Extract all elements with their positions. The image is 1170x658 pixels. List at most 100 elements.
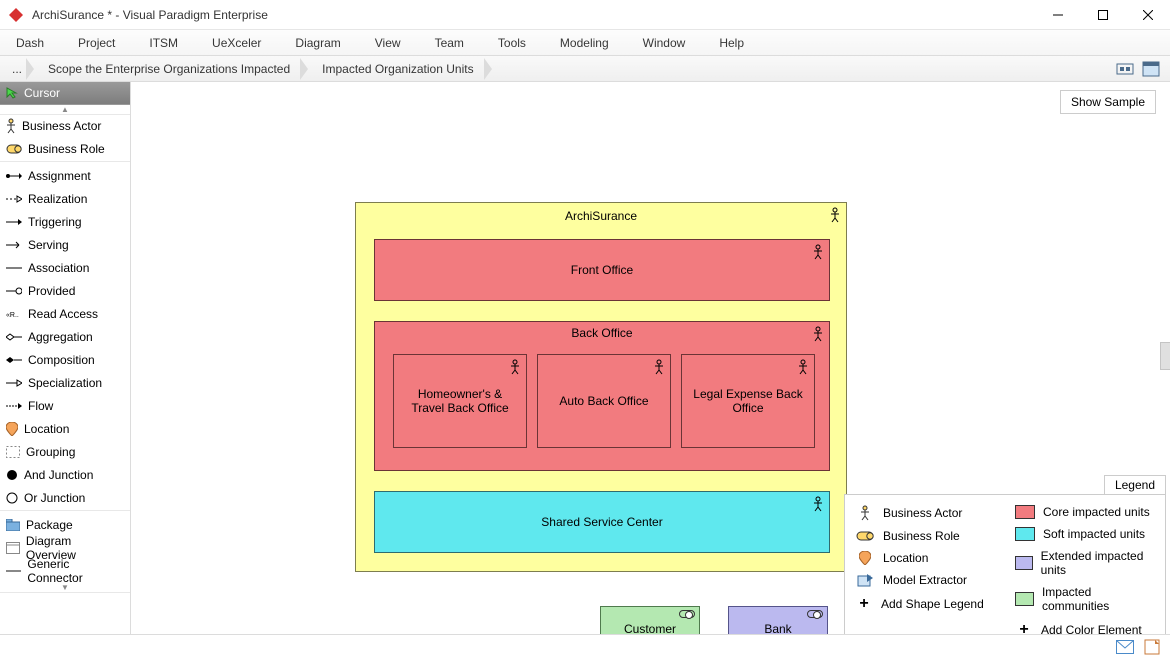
legend-business-actor[interactable]: Business Actor <box>845 501 1005 525</box>
legend-label: Extended impacted units <box>1041 549 1155 577</box>
menu-itsm[interactable]: ITSM <box>143 34 184 52</box>
palette-association[interactable]: Association <box>0 257 130 280</box>
palette-item-label: Aggregation <box>28 330 93 344</box>
shape-archisurance[interactable]: ArchiSurance Front Office Back Office Ho… <box>355 202 847 572</box>
palette-flow[interactable]: Flow <box>0 395 130 418</box>
color-swatch <box>1015 527 1035 541</box>
palette-item-label: Package <box>26 518 73 532</box>
menu-dash[interactable]: Dash <box>10 34 50 52</box>
palette-item-label: Or Junction <box>24 491 85 505</box>
menu-modeling[interactable]: Modeling <box>554 34 615 52</box>
palette-realization[interactable]: Realization <box>0 188 130 211</box>
legend-label: Business Actor <box>883 506 962 520</box>
palette-business-role[interactable]: Business Role <box>0 138 130 161</box>
palette-collapse-1[interactable]: ▲ <box>0 105 130 115</box>
legend-label: Core impacted units <box>1043 505 1150 519</box>
menu-window[interactable]: Window <box>637 34 692 52</box>
minimize-icon <box>1053 10 1063 20</box>
close-button[interactable] <box>1125 0 1170 30</box>
titlebar: ArchiSurance * - Visual Paradigm Enterpr… <box>0 0 1170 30</box>
palette-assignment[interactable]: Assignment <box>0 165 130 188</box>
palette-serving[interactable]: Serving <box>0 234 130 257</box>
shape-shared-service-center[interactable]: Shared Service Center <box>374 491 830 553</box>
palette-item-label: Specialization <box>28 376 102 390</box>
menu-view[interactable]: View <box>369 34 407 52</box>
panel-icon[interactable] <box>1142 60 1160 78</box>
legend[interactable]: Legend Business Actor Business Role Loca… <box>844 494 1166 648</box>
breadcrumb-root[interactable]: ... <box>4 58 34 80</box>
business-actor-icon <box>830 207 840 223</box>
shape-front-office[interactable]: Front Office <box>374 239 830 301</box>
menu-uexceler[interactable]: UeXceler <box>206 34 267 52</box>
palette-triggering[interactable]: Triggering <box>0 211 130 234</box>
legend-core-impacted[interactable]: Core impacted units <box>1005 501 1165 523</box>
provided-icon <box>6 287 22 295</box>
business-actor-icon <box>813 244 823 260</box>
breadcrumb-scope[interactable]: Scope the Enterprise Organizations Impac… <box>34 58 308 80</box>
shape-label: Shared Service Center <box>541 515 662 529</box>
palette-and-junction[interactable]: And Junction <box>0 464 130 487</box>
menu-project[interactable]: Project <box>72 34 121 52</box>
palette-specialization[interactable]: Specialization <box>0 372 130 395</box>
palette-business-actor[interactable]: Business Actor <box>0 115 130 138</box>
vertical-scrollbar[interactable] <box>1160 342 1170 370</box>
palette-item-label: Realization <box>28 192 87 206</box>
color-swatch <box>1015 592 1034 606</box>
palette-composition[interactable]: Composition <box>0 349 130 372</box>
shape-back-office[interactable]: Back Office Homeowner's & Travel Back Of… <box>374 321 830 471</box>
shape-label: Auto Back Office <box>559 394 648 408</box>
mail-icon[interactable] <box>1116 640 1134 654</box>
legend-tab[interactable]: Legend <box>1104 475 1166 494</box>
package-icon <box>6 519 20 531</box>
show-sample-button[interactable]: Show Sample <box>1060 90 1156 114</box>
diagram-surface[interactable]: Show Sample ArchiSurance Front Office Ba… <box>131 82 1170 652</box>
breadcrumb: ... Scope the Enterprise Organizations I… <box>0 56 1170 82</box>
legend-location[interactable]: Location <box>845 547 1005 569</box>
business-role-icon <box>856 531 874 541</box>
and-junction-icon <box>6 469 18 481</box>
note-icon[interactable] <box>1144 639 1160 655</box>
legend-add-shape[interactable]: +Add Shape Legend <box>845 591 1005 617</box>
location-icon <box>859 551 871 565</box>
menu-team[interactable]: Team <box>429 34 470 52</box>
palette-cursor[interactable]: Cursor <box>0 82 130 105</box>
palette-provided[interactable]: Provided <box>0 280 130 303</box>
breadcrumb-tools <box>1116 60 1170 78</box>
aggregation-icon <box>6 333 22 341</box>
maximize-icon <box>1098 10 1108 20</box>
shape-homeowner-travel[interactable]: Homeowner's & Travel Back Office <box>393 354 527 448</box>
composition-icon <box>6 356 22 364</box>
palette-grouping[interactable]: Grouping <box>0 441 130 464</box>
palette-or-junction[interactable]: Or Junction <box>0 487 130 510</box>
canvas[interactable]: Show Sample ArchiSurance Front Office Ba… <box>131 82 1170 652</box>
legend-impacted-communities[interactable]: Impacted communities <box>1005 581 1165 617</box>
breadcrumb-units[interactable]: Impacted Organization Units <box>308 58 491 80</box>
legend-soft-impacted[interactable]: Soft impacted units <box>1005 523 1165 545</box>
overview-icon[interactable] <box>1116 60 1134 78</box>
palette-aggregation[interactable]: Aggregation <box>0 326 130 349</box>
legend-extended-impacted[interactable]: Extended impacted units <box>1005 545 1165 581</box>
palette-read-access[interactable]: «R..Read Access <box>0 303 130 326</box>
shape-auto-back-office[interactable]: Auto Back Office <box>537 354 671 448</box>
minimize-button[interactable] <box>1035 0 1080 30</box>
menu-tools[interactable]: Tools <box>492 34 532 52</box>
assignment-icon <box>6 172 22 180</box>
business-actor-icon <box>813 326 823 342</box>
maximize-button[interactable] <box>1080 0 1125 30</box>
menu-help[interactable]: Help <box>713 34 750 52</box>
legend-model-extractor[interactable]: Model Extractor <box>845 569 1005 591</box>
location-icon <box>6 422 18 436</box>
legend-label: Business Role <box>883 529 960 543</box>
legend-business-role[interactable]: Business Role <box>845 525 1005 547</box>
legend-body: Business Actor Business Role Location Mo… <box>845 495 1165 647</box>
legend-label: Impacted communities <box>1042 585 1155 613</box>
read-access-icon: «R.. <box>6 310 22 318</box>
menu-diagram[interactable]: Diagram <box>289 34 346 52</box>
flow-icon <box>6 402 22 410</box>
app-logo <box>8 7 24 23</box>
business-actor-icon <box>6 118 16 134</box>
palette-generic-connector[interactable]: Generic Connector <box>0 560 130 583</box>
shape-legal-expense[interactable]: Legal Expense Back Office <box>681 354 815 448</box>
legend-label: Model Extractor <box>883 573 967 587</box>
palette-location[interactable]: Location <box>0 418 130 441</box>
